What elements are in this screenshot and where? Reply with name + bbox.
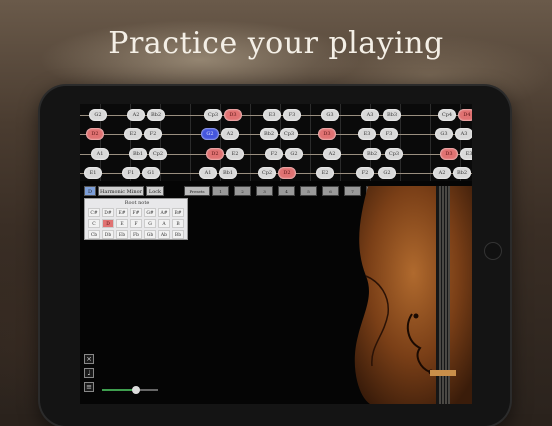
note-string-g[interactable]: Bb2 — [147, 109, 165, 121]
key-button[interactable]: D — [84, 186, 96, 196]
root-note-key[interactable]: G# — [144, 208, 156, 217]
preset-button[interactable]: 6 — [322, 186, 339, 196]
note-string-g[interactable]: Bb3 — [383, 109, 401, 121]
root-note-key[interactable]: F — [130, 219, 142, 228]
note-string-d[interactable]: Bb2 — [260, 128, 278, 140]
root-note-key[interactable]: Db — [102, 230, 114, 239]
note-string-e[interactable]: Bb1 — [219, 167, 237, 179]
note-string-e[interactable]: D2 — [278, 167, 296, 179]
note-string-e[interactable]: Bb2 — [453, 167, 471, 179]
root-note-key[interactable]: Cb — [88, 230, 100, 239]
note-string-a[interactable]: A1 — [91, 148, 109, 160]
double-bass-image — [350, 186, 472, 404]
root-note-key[interactable]: F# — [130, 208, 142, 217]
note-string-e[interactable]: F1 — [122, 167, 140, 179]
note-string-e[interactable]: E2 — [316, 167, 334, 179]
root-note-key[interactable]: E — [116, 219, 128, 228]
preset-button[interactable]: 1 — [212, 186, 229, 196]
note-string-e[interactable]: A1 — [199, 167, 217, 179]
slider-knob[interactable] — [131, 386, 140, 394]
tuning-icon[interactable]: ♩ — [84, 368, 94, 378]
note-string-d[interactable]: F3 — [380, 128, 398, 140]
note-string-a[interactable]: Cp2 — [149, 148, 167, 160]
note-string-e[interactable]: Cp2 — [258, 167, 276, 179]
root-note-key[interactable]: A# — [158, 208, 170, 217]
preset-button[interactable]: 5 — [300, 186, 317, 196]
home-button[interactable] — [484, 242, 502, 260]
note-string-a[interactable]: F2 — [265, 148, 283, 160]
app-screen: G2 A2 Bb2 Cp3 D3 E3 F3 G3 A3 Bb3 Cp4 D4 D2 E2 F2 G2 A2 Bb… — [80, 104, 472, 404]
root-note-key[interactable]: D# — [102, 208, 114, 217]
note-string-a[interactable]: G2 — [285, 148, 303, 160]
root-note-key[interactable]: Fb — [130, 230, 142, 239]
root-note-panel: Root note C# D# E# F# G# A# B# C D E F G A B Cb Db Eb Fb G… — [84, 198, 188, 240]
menu-icon[interactable]: ≡ — [84, 382, 94, 392]
slider-fill — [102, 389, 136, 391]
note-string-g[interactable]: G3 — [321, 109, 339, 121]
note-string-d[interactable]: D2 — [86, 128, 104, 140]
note-string-e[interactable]: A2 — [433, 167, 451, 179]
tagline: Practice your playing — [108, 26, 444, 61]
note-string-a[interactable]: D3 — [440, 148, 458, 160]
root-note-key[interactable]: Ab — [158, 230, 170, 239]
note-string-d[interactable]: G3 — [435, 128, 453, 140]
note-string-a[interactable]: E3 — [460, 148, 472, 160]
fretboard: G2 A2 Bb2 Cp3 D3 E3 F3 G3 A3 Bb3 Cp4 D4 D2 E2 F2 G2 A2 Bb… — [80, 104, 472, 181]
root-note-key[interactable]: Gb — [144, 230, 156, 239]
note-string-g[interactable]: D4 — [458, 109, 472, 121]
metronome-icon[interactable]: ⨯ — [84, 354, 94, 364]
note-string-g[interactable]: A2 — [127, 109, 145, 121]
note-string-d[interactable]: G2 — [201, 128, 219, 140]
note-string-d[interactable]: A3 — [455, 128, 472, 140]
note-string-d[interactable]: F2 — [144, 128, 162, 140]
note-string-g[interactable]: D3 — [224, 109, 242, 121]
root-note-key[interactable]: A — [158, 219, 170, 228]
preset-button[interactable]: 3 — [256, 186, 273, 196]
presets-label: Presets — [184, 186, 210, 196]
note-string-d[interactable]: E2 — [124, 128, 142, 140]
root-note-key[interactable]: G — [144, 219, 156, 228]
note-string-g[interactable]: Cp3 — [204, 109, 222, 121]
root-note-title: Root note — [124, 200, 150, 206]
note-string-e[interactable]: G1 — [142, 167, 160, 179]
note-string-g[interactable]: E3 — [263, 109, 281, 121]
note-string-e[interactable]: F2 — [356, 167, 374, 179]
note-string-a[interactable]: A2 — [323, 148, 341, 160]
root-note-key[interactable]: E# — [116, 208, 128, 217]
note-string-a[interactable]: Bb1 — [129, 148, 147, 160]
root-note-key[interactable]: D — [102, 219, 114, 228]
note-string-g[interactable]: F3 — [283, 109, 301, 121]
root-note-key[interactable]: B# — [172, 208, 184, 217]
root-note-key[interactable]: C — [88, 219, 100, 228]
note-string-a[interactable]: Bb2 — [363, 148, 381, 160]
note-string-a[interactable]: D2 — [206, 148, 224, 160]
note-string-d[interactable]: D3 — [318, 128, 336, 140]
root-note-key[interactable]: C# — [88, 208, 100, 217]
root-note-key[interactable]: Eb — [116, 230, 128, 239]
root-note-key[interactable]: B — [172, 219, 184, 228]
note-string-g[interactable]: Cp4 — [438, 109, 456, 121]
preset-button[interactable]: 2 — [234, 186, 251, 196]
preset-button[interactable]: 4 — [278, 186, 295, 196]
double-bass-icon — [354, 186, 472, 404]
note-string-a[interactable]: Cp3 — [385, 148, 403, 160]
note-string-g[interactable]: G2 — [89, 109, 107, 121]
note-string-g[interactable]: A3 — [361, 109, 379, 121]
note-string-d[interactable]: Cp3 — [280, 128, 298, 140]
root-note-key[interactable]: Bb — [172, 230, 184, 239]
note-string-d[interactable]: A2 — [221, 128, 239, 140]
note-string-e[interactable]: G2 — [378, 167, 396, 179]
note-string-d[interactable]: E3 — [358, 128, 376, 140]
volume-slider[interactable] — [102, 385, 158, 395]
note-string-e[interactable]: E1 — [84, 167, 102, 179]
lock-button[interactable]: Lock — [146, 186, 164, 196]
scale-button[interactable]: Harmonic Minor — [98, 186, 144, 196]
note-string-a[interactable]: E2 — [226, 148, 244, 160]
